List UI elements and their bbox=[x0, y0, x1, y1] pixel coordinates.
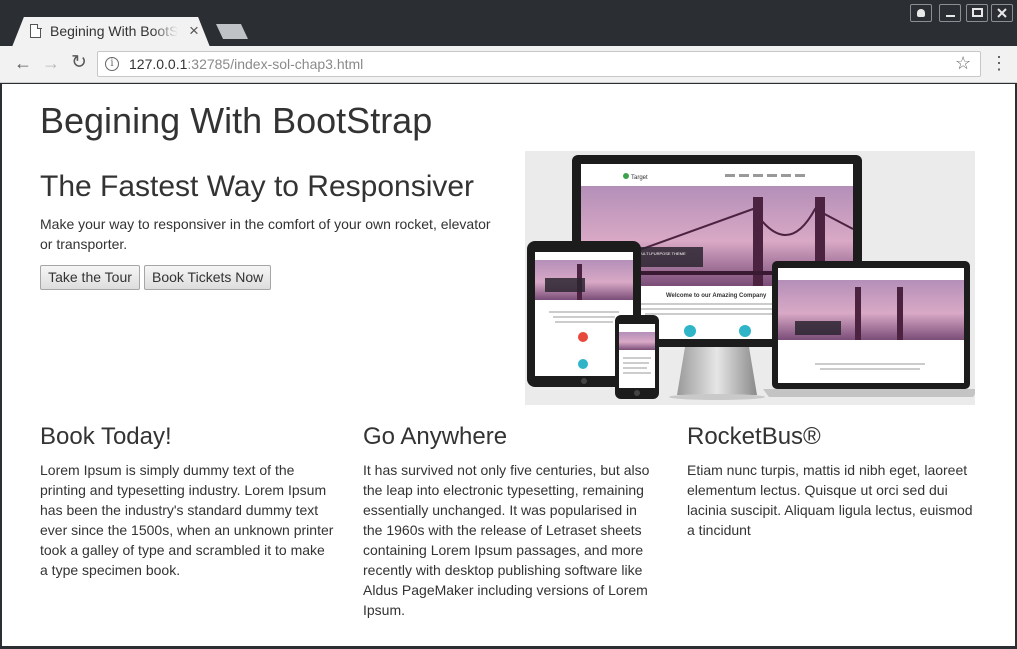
go-anywhere-text: It has survived not only five centuries,… bbox=[363, 462, 650, 618]
close-icon bbox=[997, 8, 1007, 18]
book-today-column: Book Today! Lorem Ipsum is simply dummy … bbox=[40, 423, 335, 580]
minimize-button[interactable] bbox=[939, 4, 961, 22]
book-today-text: Lorem Ipsum is simply dummy text of the … bbox=[40, 462, 334, 578]
browser-title-bar: Begining With BootStrap × bbox=[0, 0, 1017, 47]
hero-text: Make your way to responsiver in the comf… bbox=[40, 216, 491, 252]
user-icon bbox=[917, 9, 925, 17]
user-profile-button[interactable] bbox=[910, 4, 932, 22]
page-favicon-icon bbox=[30, 23, 42, 38]
tab-close-icon[interactable]: × bbox=[189, 21, 199, 41]
close-window-button[interactable] bbox=[991, 4, 1013, 22]
maximize-icon bbox=[971, 8, 983, 17]
browser-tab[interactable]: Begining With BootStrap × bbox=[12, 17, 210, 47]
tab-title: Begining With BootStrap bbox=[50, 23, 178, 39]
maximize-button[interactable] bbox=[966, 4, 988, 22]
page-title: Begining With BootStrap bbox=[40, 100, 433, 141]
new-tab-button[interactable] bbox=[216, 24, 248, 39]
reload-icon[interactable]: ↻ bbox=[68, 52, 90, 74]
address-bar[interactable]: i 127.0.0.1:32785/index-sol-chap3.html ☆ bbox=[97, 51, 981, 77]
bookmark-star-icon[interactable]: ☆ bbox=[955, 53, 971, 74]
image-welcome-text: Welcome to our Amazing Company bbox=[666, 293, 767, 299]
image-logo-text: Target bbox=[631, 175, 648, 181]
image-banner-text: MULTI-PURPOSE THEME bbox=[638, 251, 686, 256]
rocketbus-text: Etiam nunc turpis, mattis id nibh eget, … bbox=[687, 462, 973, 538]
rocketbus-title: RocketBus® bbox=[687, 423, 821, 450]
hero-title: The Fastest Way to Responsiver bbox=[40, 170, 475, 203]
page-viewport: Begining With BootStrap The Fastest Way … bbox=[2, 84, 1015, 646]
book-tickets-button[interactable]: Book Tickets Now bbox=[144, 265, 271, 290]
take-tour-button[interactable]: Take the Tour bbox=[40, 265, 140, 290]
url-host: 127.0.0.1 bbox=[129, 56, 188, 72]
info-icon[interactable]: i bbox=[105, 57, 119, 71]
minimize-icon bbox=[945, 15, 955, 17]
back-arrow-icon[interactable]: ← bbox=[12, 52, 34, 74]
book-today-title: Book Today! bbox=[40, 423, 172, 450]
responsive-devices-image: Target MULTI-PURPOSE THEME Welcome to ou… bbox=[525, 151, 975, 405]
url-text[interactable]: 127.0.0.1:32785/index-sol-chap3.html bbox=[129, 56, 363, 72]
forward-arrow-icon[interactable]: → bbox=[40, 52, 62, 74]
go-anywhere-column: Go Anywhere It has survived not only fiv… bbox=[363, 423, 658, 620]
url-path: :32785/index-sol-chap3.html bbox=[187, 56, 364, 72]
browser-toolbar: ← → ↻ i 127.0.0.1:32785/index-sol-chap3.… bbox=[0, 46, 1017, 83]
browser-menu-icon[interactable]: ⋮ bbox=[990, 54, 1008, 74]
rocketbus-column: RocketBus® Etiam nunc turpis, mattis id … bbox=[687, 423, 982, 540]
go-anywhere-title: Go Anywhere bbox=[363, 423, 508, 450]
